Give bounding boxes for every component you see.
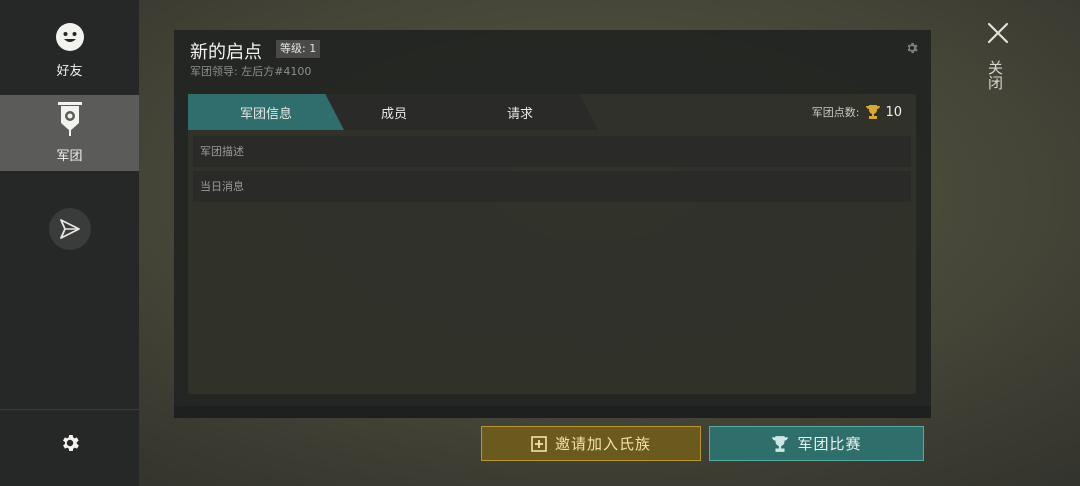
sidebar-item-label: 军团 bbox=[56, 149, 83, 164]
sidebar-item-legion[interactable]: 军团 bbox=[0, 95, 139, 171]
sidebar-divider bbox=[0, 409, 139, 410]
legion-title: 新的启点 bbox=[190, 42, 262, 62]
trophy-icon bbox=[865, 104, 881, 120]
legion-banner-icon bbox=[57, 101, 83, 141]
points-label: 军团点数: bbox=[811, 106, 860, 119]
panel-body: 请求 成员 军团信息 军团点数: 10 军团描述 当日消息 bbox=[188, 94, 916, 394]
invite-button-label: 邀请加入氏族 bbox=[554, 435, 651, 453]
contest-button-label: 军团比赛 bbox=[797, 435, 862, 453]
gear-icon bbox=[59, 432, 81, 458]
points-value: 10 bbox=[885, 104, 902, 120]
sidebar-item-friends[interactable]: 好友 bbox=[0, 22, 139, 82]
smiley-icon bbox=[55, 22, 85, 56]
legion-points: 军团点数: 10 bbox=[812, 104, 902, 120]
panel-footer bbox=[174, 406, 931, 418]
panel-settings-icon[interactable] bbox=[905, 40, 919, 59]
settings-button[interactable] bbox=[0, 432, 139, 464]
invite-to-clan-button[interactable]: 邀请加入氏族 bbox=[481, 426, 701, 461]
trophy-icon bbox=[771, 435, 789, 453]
legion-contest-button[interactable]: 军团比赛 bbox=[709, 426, 924, 461]
panel-header: 新的启点 等级: 1 军团领导: 左后方#4100 bbox=[174, 30, 931, 82]
sidebar-item-label: 好友 bbox=[56, 64, 83, 79]
sidebar-item-send[interactable] bbox=[0, 208, 139, 252]
plus-box-icon bbox=[531, 435, 547, 452]
daily-message-field[interactable]: 当日消息 bbox=[193, 171, 911, 202]
close-icon[interactable] bbox=[985, 20, 1011, 46]
close-label[interactable]: 关闭 bbox=[986, 60, 1006, 90]
tab-legion-info[interactable]: 军团信息 bbox=[188, 94, 344, 130]
send-icon bbox=[48, 208, 91, 250]
level-badge: 等级: 1 bbox=[276, 40, 321, 58]
legion-panel: 新的启点 等级: 1 军团领导: 左后方#4100 请求 成员 军团信息 军团点… bbox=[174, 30, 931, 418]
legion-description-field[interactable]: 军团描述 bbox=[193, 136, 911, 167]
legion-leader: 军团领导: 左后方#4100 bbox=[190, 65, 312, 78]
sidebar: 好友 军团 bbox=[0, 0, 139, 486]
